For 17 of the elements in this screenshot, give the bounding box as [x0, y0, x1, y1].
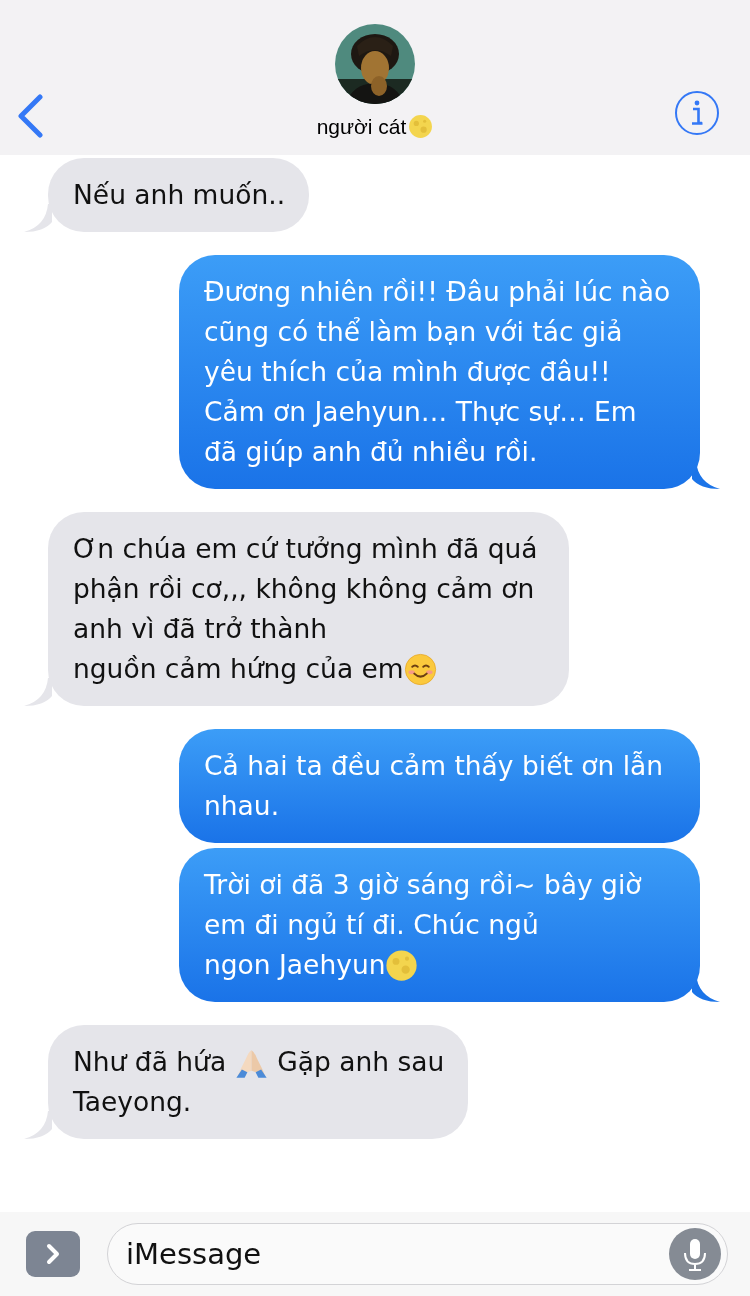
message-text: nguồn cảm hứng của em [73, 652, 404, 686]
message-text: Nếu anh muốn.. [73, 178, 286, 212]
info-icon[interactable] [674, 90, 720, 136]
moon-icon [385, 948, 419, 982]
message-text: Gặp anh sau [277, 1045, 445, 1079]
moon-icon [408, 114, 434, 139]
message-text: Như đã hứa [73, 1045, 227, 1079]
message-text: Taeyong. [73, 1085, 192, 1119]
message-text: ngon Jaehyun [204, 948, 386, 982]
message-input-field[interactable]: iMessage [107, 1223, 728, 1285]
smile-icon [403, 652, 437, 686]
back-icon[interactable] [16, 94, 44, 138]
message-text: Đương nhiên rồi!! Đâu phải lúc nào cũng có thể làm bạn với tác giả yêu thích của mình được đâu!! Cảm ơn Jaehyun… Thực sự… Em đã giúp anh đủ nhiều rồi. [204, 275, 672, 469]
microphone-icon[interactable] [669, 1228, 721, 1280]
apps-button[interactable] [26, 1231, 80, 1277]
message-text: Cả hai ta đều cảm thấy biết ơn lẫn nhau. [204, 749, 665, 823]
contact-name: người cát [316, 114, 407, 139]
